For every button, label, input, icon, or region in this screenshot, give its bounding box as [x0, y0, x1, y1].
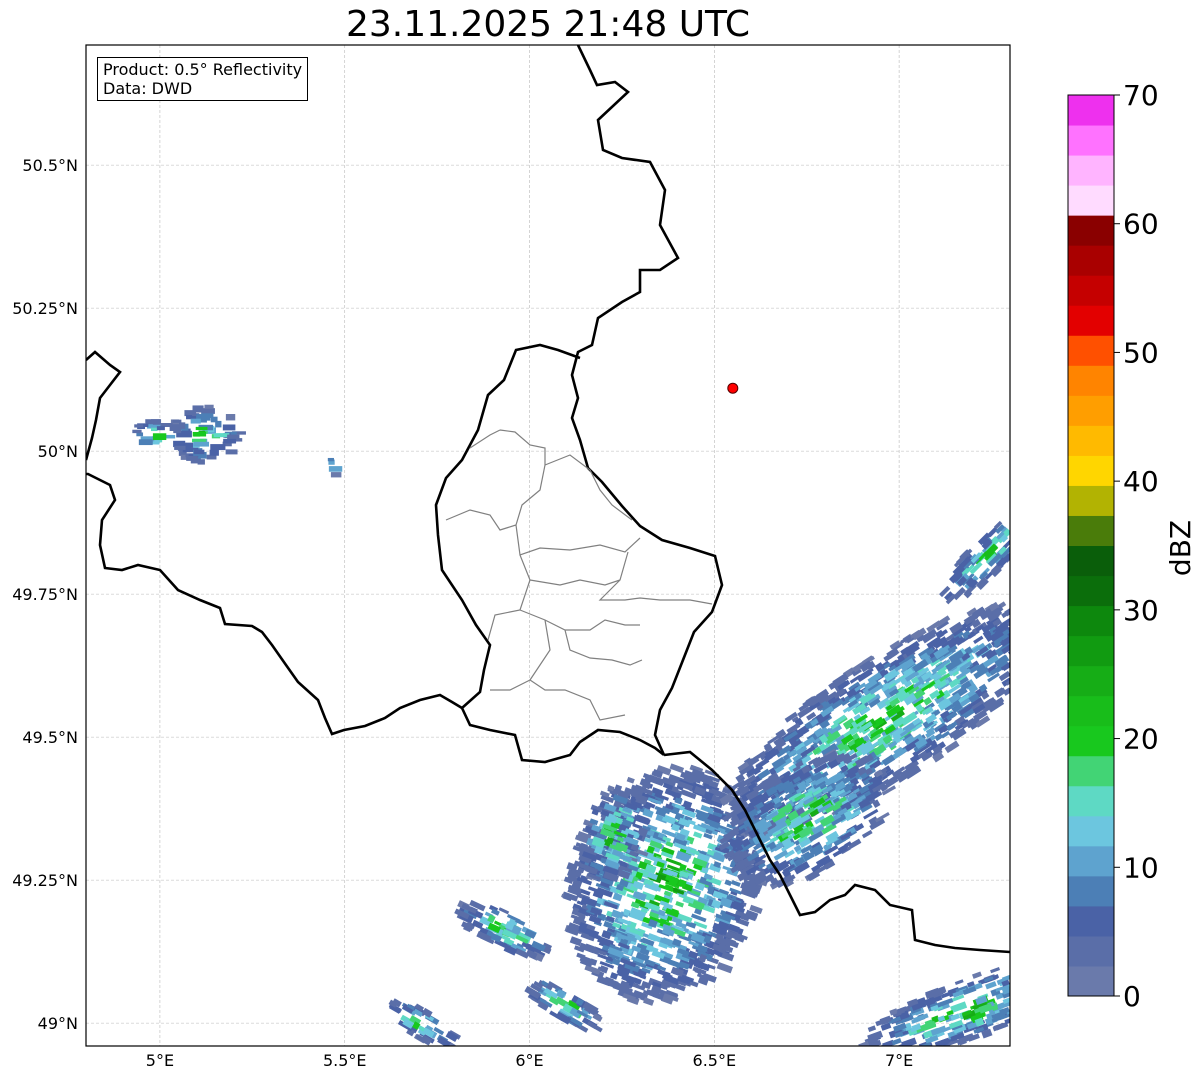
colorbar-segment — [1068, 515, 1114, 546]
colorbar-segment — [1068, 605, 1114, 637]
colorbar-tick-label: 50 — [1123, 336, 1159, 369]
colorbar-segment — [1068, 815, 1114, 847]
map-borders — [86, 45, 1010, 954]
colorbar-segment — [1068, 965, 1114, 997]
lat-tick-label: 49°N — [38, 1014, 78, 1033]
colorbar-segment — [1068, 155, 1114, 186]
colorbar-segment — [1068, 935, 1114, 967]
colorbar-segment — [1068, 725, 1114, 757]
colorbar-segment — [1068, 755, 1114, 787]
lon-tick-label: 7°E — [885, 1051, 913, 1070]
colorbar-segment — [1068, 875, 1114, 907]
colorbar-segment — [1068, 905, 1114, 937]
colorbar: 0 10 20 30 40 50 60 70 dBZ — [1067, 79, 1197, 1013]
border-northwest — [86, 350, 122, 461]
product-label: Product: 0.5° Reflectivity — [103, 60, 303, 79]
colorbar-segment — [1068, 215, 1114, 246]
radar-echoes — [132, 404, 1010, 1046]
colorbar-segment — [1068, 365, 1114, 396]
colorbar-segment — [1068, 125, 1114, 156]
echo-region-saar-band — [388, 763, 768, 1046]
colorbar-tick-label: 10 — [1123, 851, 1159, 884]
colorbar-tick-label: 70 — [1123, 79, 1159, 112]
radar-site-marker — [727, 382, 739, 394]
lon-tick-label: 6°E — [515, 1051, 543, 1070]
lon-tick-label: 5.5°E — [323, 1051, 367, 1070]
colorbar-segment — [1068, 545, 1114, 577]
lat-tick-label: 49.5°N — [22, 728, 78, 747]
colorbar-segment — [1068, 335, 1114, 366]
colorbar-tick-label: 30 — [1123, 594, 1159, 627]
lon-tick-label: 5°E — [146, 1051, 174, 1070]
lat-tick-label: 50.25°N — [12, 299, 78, 318]
colorbar-segment — [1068, 695, 1114, 727]
colorbar-tick-label: 20 — [1123, 723, 1159, 756]
border-luxembourg-france — [460, 707, 665, 764]
colorbar-segment — [1068, 305, 1114, 336]
colorbar-segment — [1068, 635, 1114, 667]
colorbar-segment — [1068, 845, 1114, 877]
colorbar-segment — [1068, 785, 1114, 817]
lat-tick-label: 50°N — [38, 442, 78, 461]
echo-region-eastern-band — [718, 516, 1010, 890]
colorbar-tick-label: 0 — [1123, 980, 1141, 1013]
colorbar-label: dBZ — [1164, 520, 1197, 576]
echo-region-western-cluster — [132, 404, 343, 478]
colorbar-segment — [1068, 245, 1114, 276]
product-info-box: Product: 0.5° Reflectivity Data: DWD — [97, 57, 309, 101]
colorbar-segment — [1068, 275, 1114, 306]
canton-borders — [445, 429, 713, 721]
colorbar-segment — [1068, 485, 1114, 516]
lat-tick-label: 49.75°N — [12, 585, 78, 604]
colorbar-segment — [1068, 575, 1114, 607]
lat-tick-label: 49.25°N — [12, 871, 78, 890]
colorbar-segment — [1068, 455, 1114, 486]
radar-map: 5°E 5.5°E 6°E 6.5°E 7°E 49°N 49.25°N 49.5°N 49.7… — [12, 44, 1197, 1070]
data-source-label: Data: DWD — [103, 79, 193, 98]
lon-tick-label: 6.5°E — [693, 1051, 737, 1070]
colorbar-tick-label: 60 — [1123, 208, 1159, 241]
lat-tick-label: 50.5°N — [22, 156, 78, 175]
colorbar-segment — [1068, 95, 1114, 126]
colorbar-segment — [1068, 425, 1114, 456]
colorbar-tick-label: 40 — [1123, 465, 1159, 498]
map-frame — [85, 44, 1011, 1047]
map-gridlines — [86, 45, 1010, 1046]
colorbar-segment — [1068, 185, 1114, 216]
border-belgium-germany — [570, 45, 724, 756]
axis-tick-labels: 5°E 5.5°E 6°E 6.5°E 7°E 49°N 49.25°N 49.5°N 49.7… — [12, 156, 913, 1070]
colorbar-segment — [1068, 395, 1114, 426]
colorbar-segment — [1068, 665, 1114, 697]
